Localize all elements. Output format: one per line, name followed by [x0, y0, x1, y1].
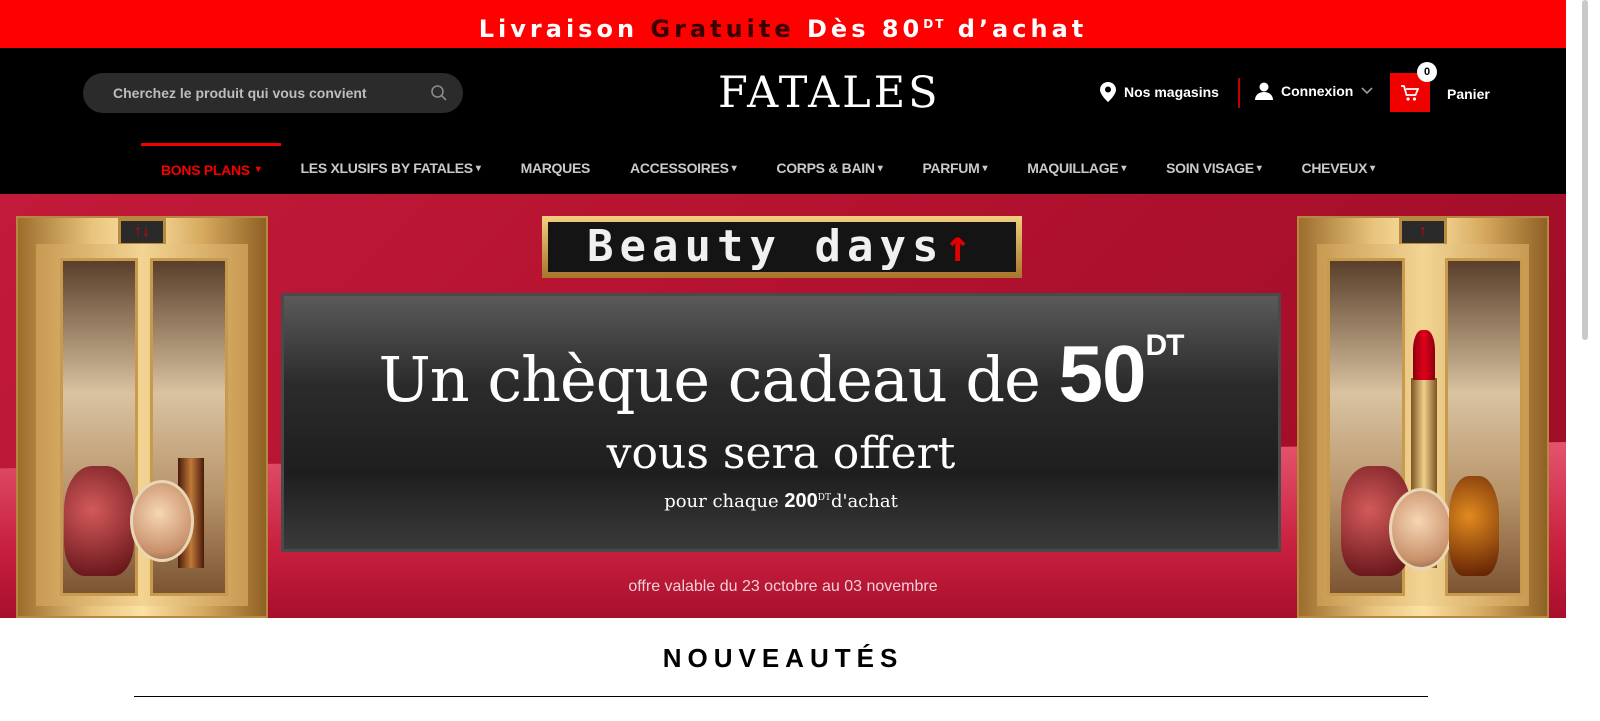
- nav-label: LES XLUSIFS BY FATALES: [300, 160, 474, 176]
- nav-label: CHEVEUX: [1301, 160, 1368, 176]
- elevator-left-image: ↑↓: [16, 216, 268, 618]
- caret-icon: ▾: [475, 162, 481, 174]
- section-title-new: NOUVEAUTÉS: [662, 643, 904, 673]
- nav-item-accessoires[interactable]: ACCESSOIRES ▾: [610, 143, 756, 193]
- chevron-down-icon: [1361, 87, 1373, 95]
- lipstick-tip: [1413, 330, 1435, 380]
- sign-screen: Beauty days↑: [548, 222, 1016, 272]
- sign-text: Beauty days: [587, 221, 945, 272]
- stores-label: Nos magasins: [1124, 84, 1219, 100]
- caret-icon: ▾: [877, 162, 883, 174]
- cart-count-badge: 0: [1417, 62, 1437, 82]
- promo-headline: Un chèque cadeau de 50DT: [284, 328, 1278, 420]
- headline-text: Un chèque cadeau de: [378, 343, 1059, 416]
- nav-item-marques[interactable]: MARQUES: [501, 143, 610, 193]
- perfume-bottle-image: [1449, 476, 1499, 576]
- headline-amount: 50: [1058, 329, 1147, 418]
- condition-amount: 200: [784, 490, 818, 512]
- perfume-bottle-image: [64, 466, 134, 576]
- nav-label: BONS PLANS: [161, 161, 250, 178]
- header-divider: [1238, 78, 1240, 108]
- nav-item-xlusifs[interactable]: LES XLUSIFS BY FATALES ▾: [281, 143, 501, 193]
- headline-unit: DT: [1145, 329, 1185, 362]
- map-pin-icon: [1100, 82, 1116, 102]
- beauty-days-sign: Beauty days↑: [542, 216, 1022, 278]
- search-bar[interactable]: [83, 73, 463, 113]
- main-nav: BONS PLANS ▾ LES XLUSIFS BY FATALES ▾ MARQ…: [141, 143, 1395, 195]
- stores-link[interactable]: Nos magasins: [1100, 82, 1219, 102]
- promo-banner: Livraison Gratuite Dès 80DT d’achat: [0, 0, 1566, 48]
- caret-icon: ▾: [1370, 162, 1375, 174]
- condition-unit: DT: [817, 493, 831, 503]
- promo-text-free: Gratuite: [650, 15, 795, 43]
- promo-text-1: Livraison: [478, 15, 651, 43]
- section-divider: [134, 696, 1428, 697]
- caret-icon: ▾: [1121, 162, 1127, 174]
- compact-powder-image: [1389, 488, 1453, 570]
- nav-label: MAQUILLAGE: [1027, 160, 1119, 176]
- caret-icon: ▾: [1256, 162, 1262, 174]
- caret-icon: ▾: [255, 164, 261, 175]
- compact-powder-image: [130, 480, 194, 562]
- promo-condition: pour chaque 200DTd'achat: [284, 490, 1278, 513]
- nav-label: ACCESSOIRES: [630, 160, 729, 176]
- site-logo[interactable]: FATALES: [718, 68, 941, 118]
- site-header: FATALES Nos magasins Connexion 0 Panier …: [0, 48, 1566, 194]
- search-input[interactable]: [113, 73, 413, 113]
- nav-label: PARFUM: [922, 160, 980, 176]
- nav-item-bons-plans[interactable]: BONS PLANS ▾: [141, 143, 281, 193]
- elevator-display: ↑: [1399, 218, 1447, 246]
- up-arrow-icon: ↑: [944, 221, 977, 272]
- cart-label[interactable]: Panier: [1447, 86, 1490, 102]
- nav-item-soin-visage[interactable]: SOIN VISAGE ▾: [1146, 143, 1281, 193]
- condition-prefix: pour chaque: [664, 491, 785, 512]
- scrollbar-thumb[interactable]: [1582, 0, 1588, 340]
- login-label: Connexion: [1281, 83, 1354, 99]
- nav-item-parfum[interactable]: PARFUM ▾: [902, 143, 1007, 193]
- nav-label: CORPS & BAIN: [776, 160, 875, 176]
- condition-suffix: d'achat: [830, 491, 898, 512]
- user-icon: [1255, 82, 1273, 100]
- promo-currency: DT: [923, 17, 946, 31]
- search-icon[interactable]: [430, 84, 448, 102]
- nav-label: MARQUES: [520, 160, 591, 176]
- cart-icon: [1401, 84, 1419, 101]
- elevator-right-image: ↑: [1297, 216, 1549, 618]
- hero-banner[interactable]: ↑↓ ↑ Beauty days↑ Un chèque cadeau de 50…: [0, 194, 1566, 618]
- nav-item-cheveux[interactable]: CHEVEUX ▾: [1282, 143, 1395, 193]
- elevator-display: ↑↓: [118, 218, 166, 246]
- nav-label: SOIN VISAGE: [1166, 160, 1254, 176]
- promo-text-2: Dès 80: [794, 15, 924, 43]
- promo-subline: vous sera offert: [606, 428, 956, 479]
- promo-board: Un chèque cadeau de 50DT vous sera offer…: [281, 293, 1281, 552]
- promo-text-3: d’achat: [945, 15, 1088, 43]
- nav-item-maquillage[interactable]: MAQUILLAGE ▾: [1007, 143, 1146, 193]
- offer-validity: offre valable du 23 octobre au 03 novemb…: [628, 578, 938, 595]
- nav-item-corps-bain[interactable]: CORPS & BAIN ▾: [756, 143, 902, 193]
- caret-icon: ▾: [982, 162, 988, 174]
- caret-icon: ▾: [731, 162, 737, 174]
- login-link[interactable]: Connexion: [1255, 82, 1373, 100]
